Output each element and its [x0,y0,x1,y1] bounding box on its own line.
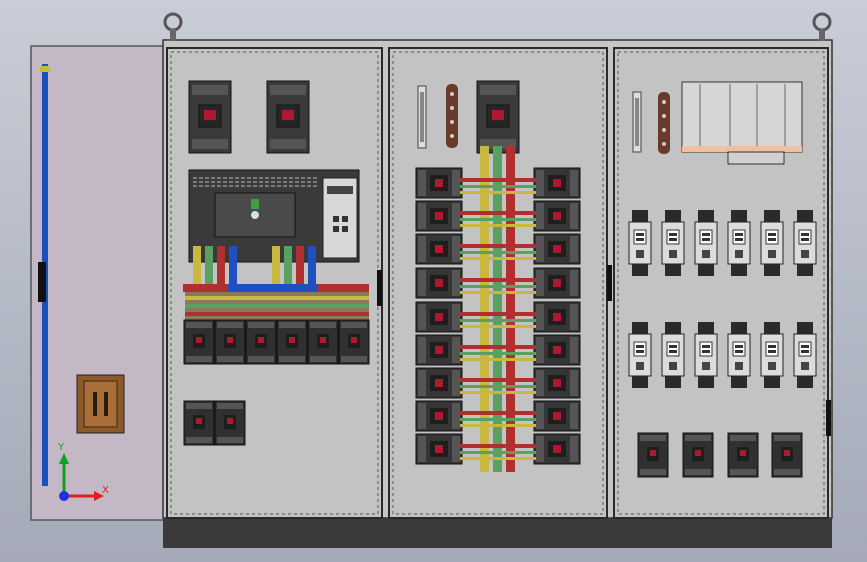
axis-y-label: Y [58,442,65,453]
incoming-breaker[interactable] [476,80,520,154]
cad-viewport[interactable]: X Y [0,0,867,562]
copper-terminal [446,84,458,148]
middle-section[interactable] [388,47,608,519]
feeder-breaker[interactable] [338,319,370,365]
left-door[interactable] [30,45,166,521]
right-section[interactable] [613,47,829,519]
feeder-breaker[interactable] [183,319,215,365]
lifting-eye-right [812,12,832,41]
feeder-breaker[interactable] [245,319,277,365]
copper-terminal [658,92,670,154]
main-breaker-2[interactable] [266,80,310,154]
cabinet-model[interactable] [0,0,867,562]
busbar-horizontal [183,284,369,320]
cable-duct [681,81,803,165]
busbar-vertical [480,146,515,472]
terminal-strip [417,85,427,149]
feeder-breaker[interactable] [307,319,339,365]
terminal-strip [632,91,642,153]
left-section[interactable] [166,47,383,519]
hinge [826,400,831,436]
feeder-breaker[interactable] [276,319,308,365]
spare-breaker[interactable] [214,400,246,446]
orientation-triad[interactable] [52,450,112,506]
branch-breaker-rows[interactable] [415,167,581,465]
axis-z-dot-icon [59,491,69,501]
cabinet-plinth [163,518,832,548]
hinge [607,265,612,301]
main-breaker-1[interactable] [188,80,232,154]
feeder-breaker[interactable] [214,319,246,365]
hinge [377,270,382,306]
lifting-eye-left [163,12,183,41]
spare-breaker[interactable] [183,400,215,446]
door-lock[interactable] [76,374,125,434]
axis-x-label: X [102,485,109,496]
